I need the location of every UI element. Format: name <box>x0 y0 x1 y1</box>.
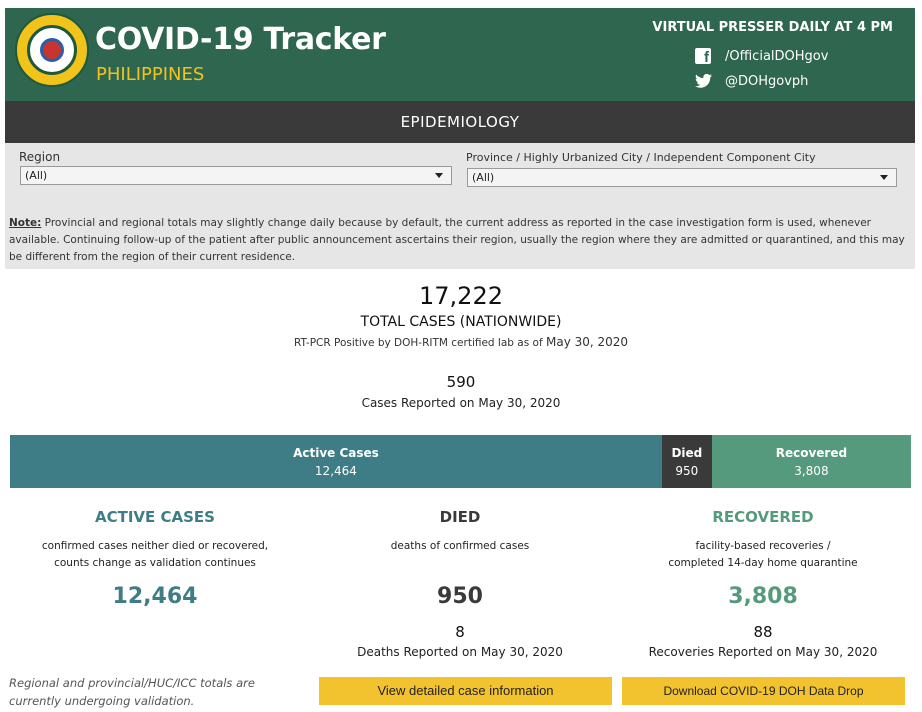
cases-reported-today-label: Cases Reported on May 30, 2020 <box>361 396 561 410</box>
bar-segment-label: Died <box>671 445 703 460</box>
chevron-down-icon <box>435 173 443 178</box>
twitter-icon <box>695 73 712 89</box>
total-cases-subtext: RT-PCR Positive by DOH-RITM certified la… <box>0 335 922 349</box>
twitter-handle: @DOHgovph <box>725 73 809 89</box>
bar-segment-label: Active Cases <box>293 445 379 460</box>
recovered-title: RECOVERED <box>712 508 814 526</box>
died-desc-line1: deaths of confirmed cases <box>390 540 530 552</box>
bar-segment-label: Recovered <box>775 445 848 460</box>
died-value: 950 <box>437 584 483 609</box>
seal-inner-ring <box>27 25 77 75</box>
recovered-desc-line1: facility-based recoveries / <box>695 540 831 552</box>
active-cases-column: ACTIVE CASES confirmed cases neither die… <box>5 508 305 609</box>
died-column: DIED deaths of confirmed cases 950 8 Dea… <box>310 508 610 659</box>
total-sub-text: RT-PCR Positive by DOH-RITM certified la… <box>293 337 543 349</box>
note-text: Provincial and regional totals may sligh… <box>9 217 905 263</box>
recovered-description: facility-based recoveries / completed 14… <box>613 538 913 574</box>
validation-note: Regional and provincial/HUC/ICC totals a… <box>9 676 255 708</box>
total-cases-value: 17,222 <box>419 282 503 310</box>
recoveries-reported-today-label: Recoveries Reported on May 30, 2020 <box>648 645 878 659</box>
download-data-drop-button[interactable]: Download COVID-19 DOH Data Drop <box>622 677 905 705</box>
region-dropdown[interactable]: (All) <box>20 166 452 185</box>
filter-panel: Region (All) Province / Highly Urbanized… <box>5 143 915 269</box>
active-desc-line1: confirmed cases neither died or recovere… <box>41 540 269 552</box>
region-dropdown-value: (All) <box>25 169 48 182</box>
active-cases-description: confirmed cases neither died or recovere… <box>5 538 305 574</box>
province-filter-label: Province / Highly Urbanized City / Indep… <box>466 151 816 164</box>
recovered-column: RECOVERED facility-based recoveries / co… <box>613 508 913 659</box>
note-label: Note: <box>9 217 42 229</box>
region-filter-label: Region <box>19 150 61 164</box>
facebook-icon <box>695 48 711 66</box>
doh-seal-logo <box>15 13 89 87</box>
chevron-down-icon <box>880 175 888 180</box>
header-banner: COVID-19 Tracker PHILIPPINES VIRTUAL PRE… <box>5 8 915 101</box>
bar-segment-died[interactable]: Died 950 <box>661 435 712 488</box>
bar-segment-value: 12,464 <box>314 463 357 478</box>
active-desc-line2: counts change as validation continues <box>54 557 256 569</box>
province-dropdown-value: (All) <box>472 171 495 184</box>
address-note: Note: Provincial and regional totals may… <box>9 215 909 266</box>
died-description: deaths of confirmed cases <box>310 538 610 574</box>
recovered-value: 3,808 <box>728 584 798 609</box>
died-title: DIED <box>439 508 481 526</box>
total-sub-date: May 30, 2020 <box>546 335 629 349</box>
twitter-link[interactable]: @DOHgovph <box>695 73 808 89</box>
active-cases-title: ACTIVE CASES <box>95 508 215 526</box>
deaths-reported-today-label: Deaths Reported on May 30, 2020 <box>357 645 563 659</box>
recovered-desc-line2: completed 14-day home quarantine <box>668 557 858 569</box>
app-subtitle: PHILIPPINES <box>96 64 205 85</box>
view-case-details-button[interactable]: View detailed case information <box>319 677 612 705</box>
total-cases-label: TOTAL CASES (NATIONWIDE) <box>360 314 562 330</box>
recoveries-reported-today-value: 88 <box>753 623 773 641</box>
province-dropdown[interactable]: (All) <box>467 168 897 187</box>
deaths-reported-today-value: 8 <box>455 623 465 641</box>
bar-segment-recovered[interactable]: Recovered 3,808 <box>711 435 911 488</box>
cases-reported-today-value: 590 <box>446 373 476 391</box>
app-title: COVID-19 Tracker <box>95 22 386 57</box>
seal-core-emblem <box>40 38 64 62</box>
facebook-handle: /OfficialDOHgov <box>725 48 829 64</box>
case-breakdown-bar: Active Cases 12,464 Died 950 Recovered 3… <box>10 435 911 488</box>
active-cases-value: 12,464 <box>112 584 198 609</box>
facebook-link[interactable]: /OfficialDOHgov <box>695 48 829 66</box>
section-title-epidemiology: EPIDEMIOLOGY <box>5 101 915 143</box>
bar-segment-value: 3,808 <box>794 463 829 478</box>
presser-schedule: VIRTUAL PRESSER DAILY AT 4 PM <box>652 20 893 35</box>
bar-segment-active[interactable]: Active Cases 12,464 <box>10 435 662 488</box>
bar-segment-value: 950 <box>675 463 699 478</box>
